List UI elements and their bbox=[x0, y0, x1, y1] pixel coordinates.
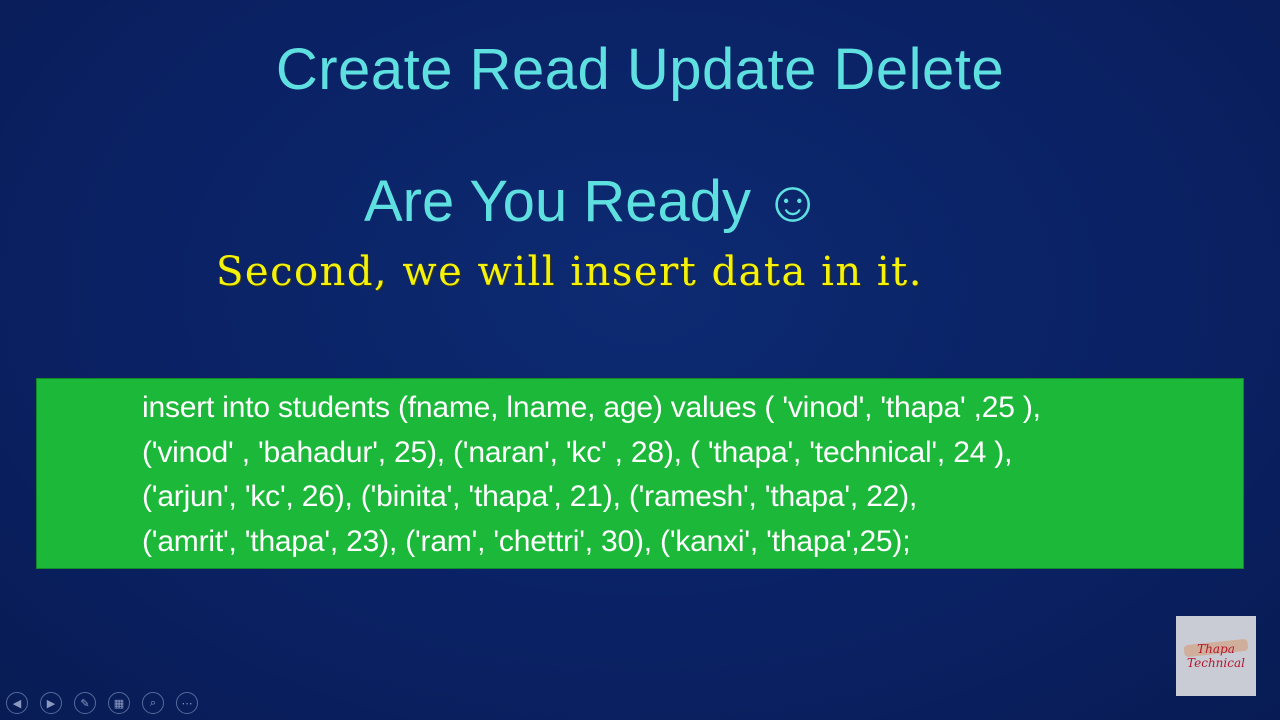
presenter-controls: ◀ ▶ ✎ ▦ ⌕ ⋯ bbox=[6, 692, 198, 716]
sql-code-line: insert into students (fname, lname, age)… bbox=[142, 391, 1041, 424]
next-slide-icon[interactable]: ▶ bbox=[40, 692, 62, 714]
more-options-icon[interactable]: ⋯ bbox=[176, 692, 198, 714]
zoom-icon[interactable]: ⌕ bbox=[142, 692, 164, 714]
subtitle-text: Are You Ready bbox=[364, 169, 751, 234]
see-all-slides-icon[interactable]: ▦ bbox=[108, 692, 130, 714]
logo-line-1: Thapa bbox=[1197, 642, 1235, 656]
sql-code-line: ('vinod' , 'bahadur', 25), ('naran', 'kc… bbox=[142, 435, 1013, 469]
pen-icon[interactable]: ✎ bbox=[74, 692, 96, 714]
sql-code-lines: insert into students (fname, lname, age)… bbox=[142, 386, 1232, 564]
channel-logo: Thapa Technical bbox=[1176, 616, 1256, 696]
sql-code-line: ('amrit', 'thapa', 23), ('ram', 'chettri… bbox=[142, 524, 911, 558]
sql-code-line: ('arjun', 'kc', 26), ('binita', 'thapa',… bbox=[142, 480, 918, 513]
slide-subtitle: Are You Ready ☺ bbox=[364, 162, 822, 242]
sql-code-box: insert into students (fname, lname, age)… bbox=[36, 378, 1244, 569]
step-caption: Second, we will insert data in it. bbox=[216, 249, 923, 295]
logo-line-2: Technical bbox=[1187, 656, 1245, 670]
slide-title: Create Read Update Delete bbox=[275, 37, 1005, 102]
previous-slide-icon[interactable]: ◀ bbox=[6, 692, 28, 714]
presentation-slide: Create Read Update Delete Are You Ready ☺… bbox=[0, 0, 1280, 720]
smiley-icon: ☺ bbox=[762, 169, 823, 234]
